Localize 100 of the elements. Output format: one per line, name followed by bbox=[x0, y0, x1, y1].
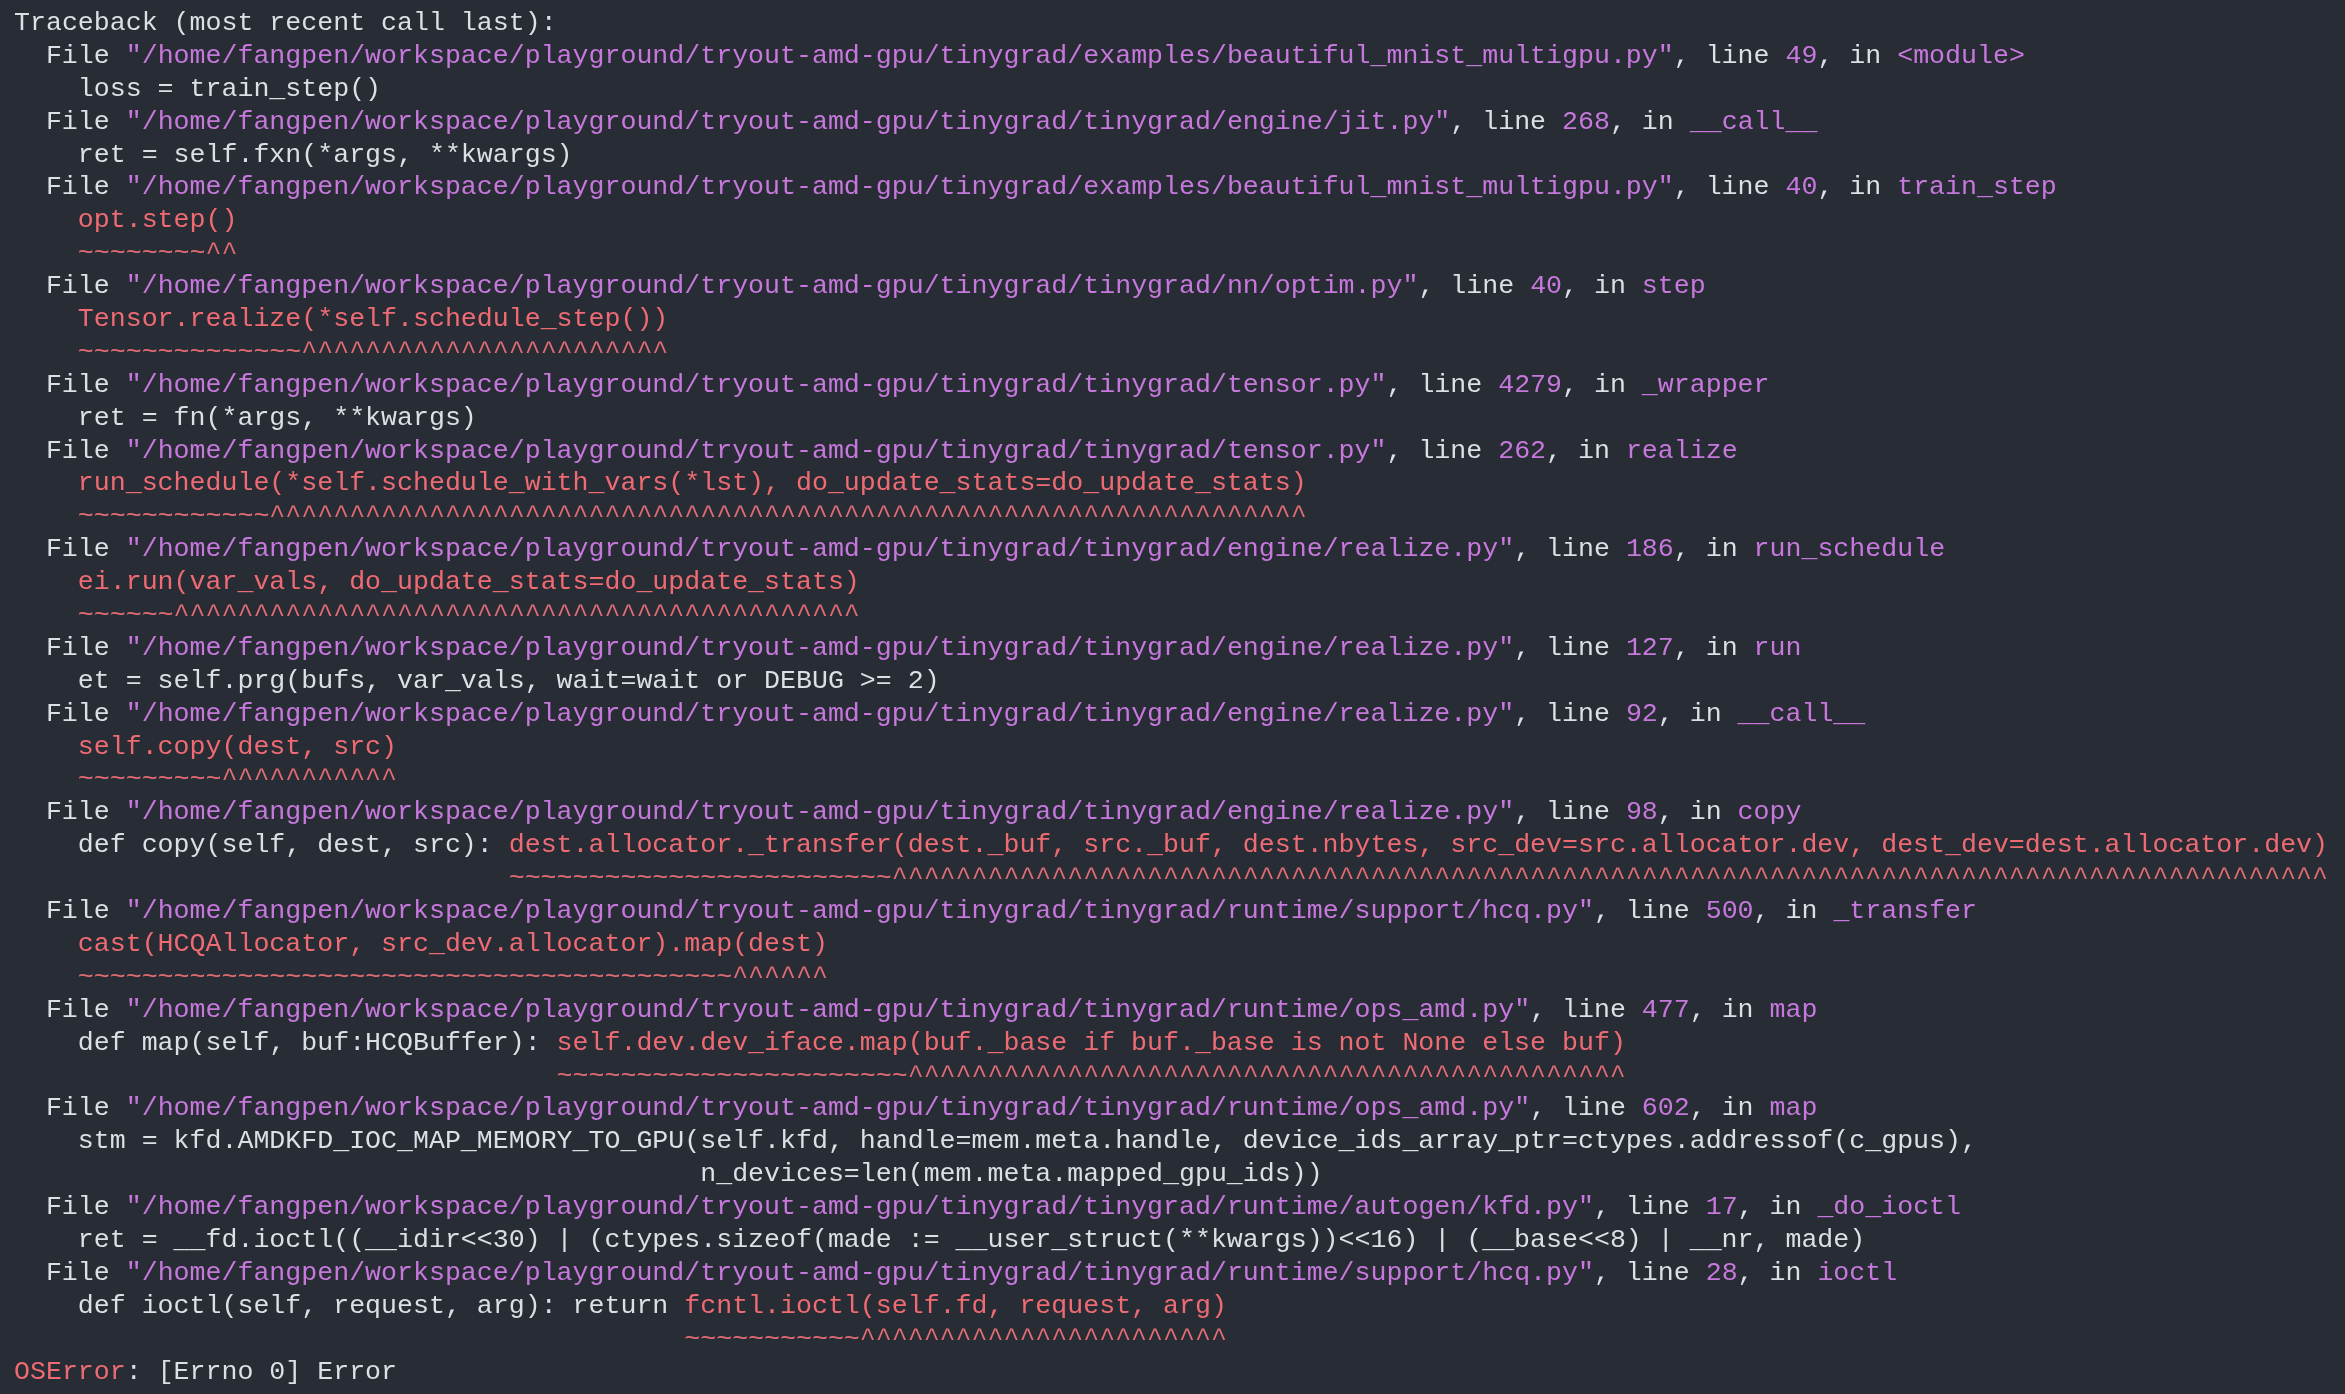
file-path: "/home/fangpen/workspace/playground/tryout-amd-gpu/tinygrad/tinygrad/engine/realize.py" bbox=[125, 698, 1515, 729]
file-keyword: File bbox=[45, 632, 110, 663]
line-number: 127 bbox=[1625, 632, 1674, 663]
error-marker: ~~~~~~~~^^ bbox=[77, 238, 238, 269]
file-path: "/home/fangpen/workspace/playground/tryout-amd-gpu/tinygrad/tinygrad/tensor.py" bbox=[125, 369, 1387, 400]
highlighted-code: fcntl.ioctl(self.fd, request, arg) bbox=[684, 1290, 1227, 1321]
file-keyword: File bbox=[45, 698, 110, 729]
in-keyword: , in bbox=[1562, 271, 1626, 302]
line-number: 500 bbox=[1705, 896, 1754, 927]
error-marker: ~~~~~~~~~~~~~~~~~~~~~~^^^^^^^^^^^^^^^^^^^^^^^^^^^^^^^^^^^^^^^^^^^^^ bbox=[556, 1060, 1626, 1091]
function-name: map bbox=[1769, 1093, 1818, 1124]
line-keyword: , line bbox=[1530, 994, 1626, 1025]
line-number: 40 bbox=[1530, 271, 1563, 302]
file-path: "/home/fangpen/workspace/playground/tryout-amd-gpu/tinygrad/tinygrad/engine/jit.py" bbox=[125, 106, 1451, 137]
in-keyword: , in bbox=[1817, 172, 1882, 203]
file-path: "/home/fangpen/workspace/playground/tryout-amd-gpu/tinygrad/tinygrad/engine/realize.py" bbox=[125, 797, 1515, 828]
line-keyword: , line bbox=[1514, 698, 1610, 729]
error-marker: ~~~~~~~~~~~~~~~~~~~~~~~~^^^^^^^^^^^^^^^^^^^^^^^^^^^^^^^^^^^^^^^^^^^^^^^^^^^^^^^^^^^^^^^^^^^^^^^^^^^^^^^^^^^^^^^^^^ bbox=[508, 863, 2328, 894]
code-line: ret = self.fxn(*args, **kwargs) bbox=[77, 139, 573, 170]
code-line: loss = train_step() bbox=[77, 73, 382, 104]
file-path: "/home/fangpen/workspace/playground/tryout-amd-gpu/tinygrad/tinygrad/engine/realize.py" bbox=[125, 534, 1515, 565]
file-path: "/home/fangpen/workspace/playground/tryout-amd-gpu/tinygrad/examples/beautiful_mnist_multigpu.py" bbox=[125, 172, 1674, 203]
function-name: __call__ bbox=[1689, 106, 1818, 137]
line-number: 477 bbox=[1641, 994, 1690, 1025]
in-keyword: , in bbox=[1737, 1192, 1802, 1223]
error-marker: ~~~~~~~~~~~~^^^^^^^^^^^^^^^^^^^^^^^^^^^^^^^^^^^^^^^^^^^^^^^^^^^^^^^^^^^^^^^^^ bbox=[77, 501, 1307, 532]
in-keyword: , in bbox=[1737, 1257, 1802, 1288]
file-keyword: File bbox=[45, 40, 110, 71]
function-name: ioctl bbox=[1817, 1257, 1898, 1288]
code-line: def map(self, buf:HCQBuffer): bbox=[77, 1027, 542, 1058]
line-keyword: , line bbox=[1673, 40, 1770, 71]
function-name: _wrapper bbox=[1641, 369, 1770, 400]
line-keyword: , line bbox=[1514, 534, 1610, 565]
file-keyword: File bbox=[45, 1093, 110, 1124]
in-keyword: , in bbox=[1609, 106, 1674, 137]
in-keyword: , in bbox=[1689, 1093, 1754, 1124]
highlighted-code: ei.run(var_vals, do_update_stats=do_update_stats) bbox=[77, 567, 860, 598]
line-number: 4279 bbox=[1498, 369, 1563, 400]
file-keyword: File bbox=[45, 797, 110, 828]
function-name: run bbox=[1753, 632, 1802, 663]
file-path: "/home/fangpen/workspace/playground/tryout-amd-gpu/tinygrad/examples/beautiful_mnist_multigpu.py" bbox=[125, 40, 1674, 71]
in-keyword: , in bbox=[1673, 534, 1738, 565]
file-keyword: File bbox=[45, 994, 110, 1025]
line-number: 92 bbox=[1625, 698, 1658, 729]
line-keyword: , line bbox=[1514, 797, 1610, 828]
error-marker: ~~~~~~~~~^^^^^^^^^^^ bbox=[77, 764, 397, 795]
file-path: "/home/fangpen/workspace/playground/tryout-amd-gpu/tinygrad/tinygrad/runtime/autogen/kfd.py" bbox=[125, 1192, 1594, 1223]
code-line: et = self.prg(bufs, var_vals, wait=wait or DEBUG >= 2) bbox=[77, 665, 940, 696]
function-name: _transfer bbox=[1833, 896, 1977, 927]
error-marker: ~~~~~~~~~~~^^^^^^^^^^^^^^^^^^^^^^^ bbox=[684, 1323, 1227, 1354]
error-type: OSError bbox=[14, 1356, 126, 1387]
code-line: def copy(self, dest, src): bbox=[77, 830, 494, 861]
function-name: <module> bbox=[1897, 40, 2025, 71]
line-number: 40 bbox=[1785, 172, 1818, 203]
file-keyword: File bbox=[45, 534, 110, 565]
line-number: 49 bbox=[1785, 40, 1818, 71]
file-keyword: File bbox=[45, 896, 110, 927]
line-number: 186 bbox=[1625, 534, 1674, 565]
line-keyword: , line bbox=[1386, 369, 1483, 400]
function-name: _do_ioctl bbox=[1817, 1192, 1962, 1223]
error-marker: ~~~~~~~~~~~~~~^^^^^^^^^^^^^^^^^^^^^^^ bbox=[77, 336, 669, 367]
line-keyword: , line bbox=[1530, 1093, 1626, 1124]
file-path: "/home/fangpen/workspace/playground/tryout-amd-gpu/tinygrad/tinygrad/tensor.py" bbox=[125, 435, 1387, 466]
highlighted-code: self.copy(dest, src) bbox=[77, 731, 397, 762]
line-number: 268 bbox=[1562, 106, 1610, 137]
file-keyword: File bbox=[45, 1192, 110, 1223]
file-path: "/home/fangpen/workspace/playground/tryout-amd-gpu/tinygrad/tinygrad/runtime/support/hcq.py" bbox=[125, 896, 1594, 927]
function-name: copy bbox=[1737, 797, 1802, 828]
highlighted-code: Tensor.realize(*self.schedule_step()) bbox=[77, 304, 669, 334]
function-name: __call__ bbox=[1737, 698, 1866, 729]
line-number: 262 bbox=[1498, 435, 1547, 466]
function-name: train_step bbox=[1897, 172, 2057, 203]
in-keyword: , in bbox=[1753, 896, 1818, 927]
code-line: def ioctl(self, request, arg): return bbox=[77, 1290, 670, 1321]
file-keyword: File bbox=[45, 1257, 110, 1288]
line-keyword: , line bbox=[1673, 172, 1770, 203]
code-line: ret = __fd.ioctl((__idir<<30) | (ctypes.sizeof(made := __user_struct(**kwargs))<<16) | (__base<<8) | __nr, made) bbox=[77, 1224, 1866, 1255]
in-keyword: , in bbox=[1657, 797, 1722, 828]
line-number: 98 bbox=[1625, 797, 1658, 828]
traceback-header: Traceback (most recent call last): bbox=[14, 8, 557, 38]
line-keyword: , line bbox=[1593, 896, 1690, 927]
line-number: 28 bbox=[1705, 1257, 1738, 1288]
error-marker: ~~~~~~~~~~~~~~~~~~~~~~~~~~~~~~~~~~~~~~~~~^^^^^^ bbox=[77, 961, 828, 992]
highlighted-code: dest.allocator._transfer(dest._buf, src._buf, dest.nbytes, src_dev=src.allocator.dev, dest_dev=dest.allocator.dev) bbox=[508, 830, 2329, 861]
line-keyword: , line bbox=[1593, 1192, 1690, 1223]
line-keyword: , line bbox=[1450, 106, 1547, 137]
function-name: realize bbox=[1625, 435, 1738, 466]
in-keyword: , in bbox=[1689, 994, 1754, 1025]
file-keyword: File bbox=[45, 369, 110, 400]
highlighted-code: run_schedule(*self.schedule_with_vars(*lst), do_update_stats=do_update_stats) bbox=[77, 468, 1307, 499]
highlighted-code: cast(HCQAllocator, src_dev.allocator).map(dest) bbox=[77, 928, 828, 959]
file-path: "/home/fangpen/workspace/playground/tryout-amd-gpu/tinygrad/tinygrad/runtime/ops_amd.py" bbox=[125, 994, 1531, 1025]
file-keyword: File bbox=[45, 435, 110, 466]
line-number: 17 bbox=[1705, 1192, 1738, 1223]
function-name: run_schedule bbox=[1753, 534, 1946, 565]
file-path: "/home/fangpen/workspace/playground/tryout-amd-gpu/tinygrad/tinygrad/runtime/ops_amd.py" bbox=[125, 1093, 1531, 1124]
file-keyword: File bbox=[45, 172, 110, 203]
in-keyword: , in bbox=[1657, 698, 1722, 729]
in-keyword: , in bbox=[1673, 632, 1738, 663]
line-keyword: , line bbox=[1593, 1257, 1690, 1288]
